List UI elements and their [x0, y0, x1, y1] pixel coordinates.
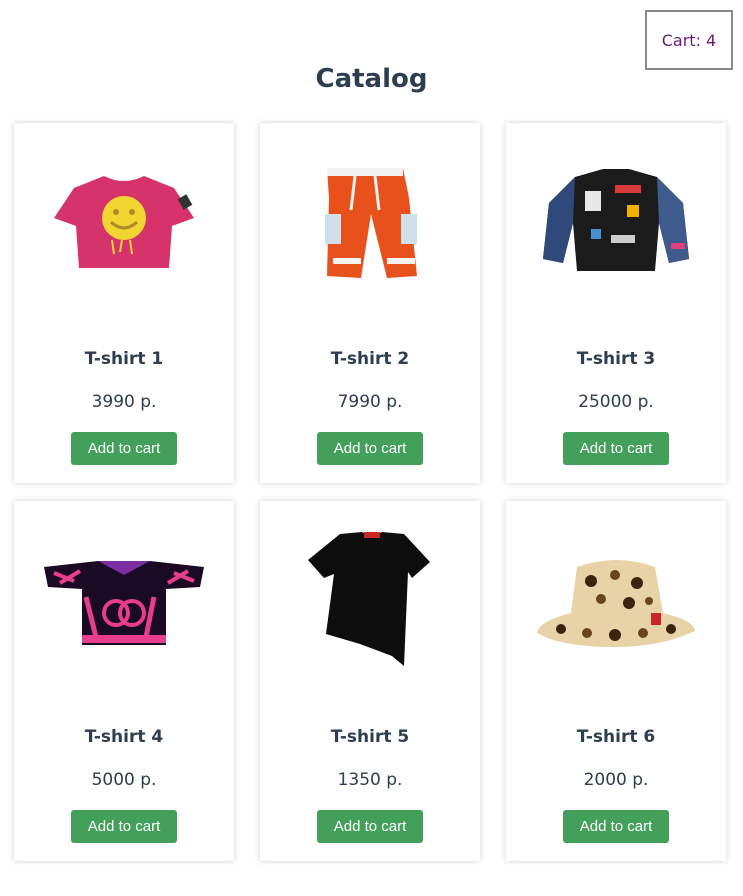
product-name: T-shirt 5 [330, 727, 410, 747]
product-name: T-shirt 1 [84, 349, 164, 369]
patch-bomber-jacket-icon [506, 123, 726, 323]
product-name: T-shirt 6 [576, 727, 656, 747]
pink-zebra-jersey-icon [14, 501, 234, 701]
product-card: T-shirt 6 2000 р. Add to cart [506, 501, 726, 861]
orange-cargo-pants-icon [260, 123, 480, 323]
add-to-cart-button[interactable]: Add to cart [317, 432, 423, 465]
product-price: 1350 р. [337, 770, 403, 790]
product-name: T-shirt 2 [330, 349, 410, 369]
add-to-cart-button[interactable]: Add to cart [563, 810, 669, 843]
product-price: 25000 р. [578, 392, 654, 412]
product-card: T-shirt 3 25000 р. Add to cart [506, 123, 726, 483]
black-asymmetric-tshirt-icon [260, 501, 480, 701]
pink-smiley-tshirt-icon [14, 123, 234, 323]
add-to-cart-button[interactable]: Add to cart [71, 432, 177, 465]
cart-counter-button[interactable]: Cart: 4 [645, 10, 733, 70]
add-to-cart-button[interactable]: Add to cart [317, 810, 423, 843]
leopard-bucket-hat-icon [506, 501, 726, 701]
page-title: Catalog [315, 64, 428, 94]
product-name: T-shirt 4 [84, 727, 164, 747]
product-card: T-shirt 5 1350 р. Add to cart [260, 501, 480, 861]
product-price: 2000 р. [583, 770, 649, 790]
product-price: 5000 р. [91, 770, 157, 790]
product-card: T-shirt 4 5000 р. Add to cart [14, 501, 234, 861]
product-price: 7990 р. [337, 392, 403, 412]
product-name: T-shirt 3 [576, 349, 656, 369]
product-card: T-shirt 1 3990 р. Add to cart [14, 123, 234, 483]
add-to-cart-button[interactable]: Add to cart [71, 810, 177, 843]
product-card: T-shirt 2 7990 р. Add to cart [260, 123, 480, 483]
product-price: 3990 р. [91, 392, 157, 412]
add-to-cart-button[interactable]: Add to cart [563, 432, 669, 465]
